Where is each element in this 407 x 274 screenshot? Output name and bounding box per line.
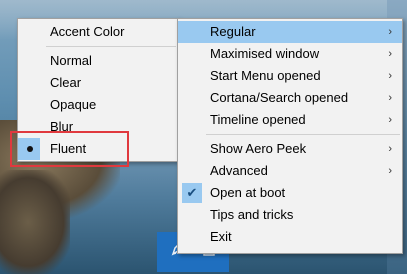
chevron-right-icon: ›	[388, 26, 392, 38]
menu-item-label: Open at boot	[210, 185, 286, 200]
menu-item-show-aero-peek[interactable]: Show Aero Peek ›	[178, 138, 402, 160]
menu-item-regular[interactable]: Regular ›	[178, 21, 402, 43]
menu-item-label: Start Menu opened	[210, 68, 321, 83]
menu-item-maximised-window[interactable]: Maximised window ›	[178, 43, 402, 65]
menu-item-advanced[interactable]: Advanced ›	[178, 160, 402, 182]
menu-separator	[206, 134, 400, 135]
menu-item-label: Advanced	[210, 163, 268, 178]
chevron-right-icon: ›	[388, 165, 392, 177]
desktop-rock-shadow	[0, 170, 70, 274]
submenu-item-label: Opaque	[50, 97, 97, 112]
chevron-right-icon: ›	[388, 92, 392, 104]
context-menu: Regular › Maximised window › Start Menu …	[177, 18, 403, 254]
menu-item-tips-and-tricks[interactable]: Tips and tricks	[178, 204, 402, 226]
chevron-right-icon: ›	[388, 114, 392, 126]
menu-item-label: Cortana/Search opened	[210, 90, 349, 105]
menu-item-open-at-boot[interactable]: ✔ Open at boot	[178, 182, 402, 204]
submenu-item-label: Normal	[50, 53, 92, 68]
menu-item-exit[interactable]: Exit	[178, 226, 402, 248]
submenu-separator	[46, 46, 176, 47]
menu-item-cortana-search-opened[interactable]: Cortana/Search opened ›	[178, 87, 402, 109]
menu-item-label: Regular	[210, 24, 256, 39]
submenu-item-opaque[interactable]: Opaque	[18, 94, 178, 116]
submenu-item-label: Clear	[50, 75, 82, 90]
annotation-highlight-frame	[10, 131, 129, 167]
menu-item-label: Exit	[210, 229, 232, 244]
menu-item-label: Show Aero Peek	[210, 141, 307, 156]
chevron-right-icon: ›	[388, 70, 392, 82]
submenu-item-label: Accent Color	[50, 24, 125, 39]
submenu-item-clear[interactable]: Clear	[18, 72, 178, 94]
menu-item-label: Tips and tricks	[210, 207, 294, 222]
menu-item-start-menu-opened[interactable]: Start Menu opened ›	[178, 65, 402, 87]
submenu-item-accent-color: Accent Color	[18, 21, 178, 43]
submenu-item-normal[interactable]: Normal	[18, 50, 178, 72]
menu-item-timeline-opened[interactable]: Timeline opened ›	[178, 109, 402, 131]
chevron-right-icon: ›	[388, 143, 392, 155]
checkmark-icon: ✔	[182, 183, 202, 203]
menu-item-label: Maximised window	[210, 46, 320, 61]
menu-item-label: Timeline opened	[210, 112, 306, 127]
chevron-right-icon: ›	[388, 48, 392, 60]
